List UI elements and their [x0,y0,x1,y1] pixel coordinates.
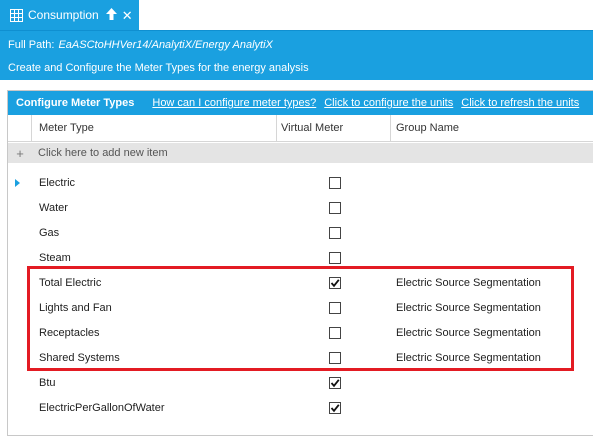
panel-header: Configure Meter Types How can I configur… [8,91,593,115]
column-header-label: Meter Type [39,122,94,134]
add-new-item-row[interactable]: + Click here to add new item [8,143,593,163]
meter-type-cell: Steam [39,252,71,264]
tab-title: Consumption [28,8,99,22]
tab-consumption[interactable]: Consumption ✕ [0,0,139,30]
group-name-cell: Electric Source Segmentation [396,352,541,364]
pin-icon[interactable] [105,8,117,22]
close-icon[interactable]: ✕ [122,9,133,22]
table-row[interactable]: Receptacles Electric Source Segmentation [8,321,593,346]
virtual-meter-checkbox[interactable] [329,252,341,264]
virtual-meter-checkbox[interactable] [329,177,341,189]
virtual-meter-checkbox[interactable] [329,227,341,239]
meter-type-cell: Total Electric [39,277,102,289]
group-name-cell: Electric Source Segmentation [396,327,541,339]
virtual-meter-checkbox[interactable] [329,327,341,339]
group-name-cell: Electric Source Segmentation [396,302,541,314]
meter-type-cell: ElectricPerGallonOfWater [39,402,165,414]
table-row[interactable]: Gas [8,221,593,246]
configure-meter-types-panel: Configure Meter Types How can I configur… [7,90,593,436]
table-row[interactable]: ElectricPerGallonOfWater [8,396,593,421]
meter-type-cell: Gas [39,227,60,239]
meter-type-cell: Electric [39,177,76,189]
table-row[interactable]: Shared Systems Electric Source Segmentati… [8,346,593,371]
table-row[interactable]: Btu [8,371,593,396]
meter-type-cell: Lights and Fan [39,302,112,314]
plus-icon: + [16,145,24,161]
virtual-meter-checkbox[interactable] [329,402,341,414]
table-row[interactable]: Steam [8,246,593,271]
current-row-indicator-icon [15,179,20,187]
column-header-virtual-meter[interactable]: Virtual Meter [277,115,391,142]
meter-type-cell: Shared Systems [39,352,120,364]
checkmark-icon [330,404,340,413]
table-row[interactable]: Electric [8,171,593,196]
virtual-meter-checkbox[interactable] [329,302,341,314]
info-bar: Full Path: EaASCtoHHVer14/AnalytiX/Energy… [0,30,593,80]
row-header-column [8,115,32,142]
how-to-configure-link[interactable]: How can I configure meter types? [152,97,316,109]
table-row[interactable]: Water [8,196,593,221]
refresh-units-link[interactable]: Click to refresh the units [461,97,579,109]
add-new-item-label: Click here to add new item [38,147,168,159]
column-header-meter-type[interactable]: Meter Type [32,115,277,142]
configure-units-link[interactable]: Click to configure the units [324,97,453,109]
meter-type-cell: Water [39,202,68,214]
group-name-cell: Electric Source Segmentation [396,277,541,289]
column-header-label: Group Name [396,122,459,134]
checkmark-icon [330,379,340,388]
table-row[interactable]: Lights and Fan Electric Source Segmentati… [8,296,593,321]
panel-title: Configure Meter Types [16,97,135,109]
meter-type-cell: Receptacles [39,327,100,339]
checkmark-icon [330,279,340,288]
meter-type-cell: Btu [39,377,56,389]
virtual-meter-checkbox[interactable] [329,202,341,214]
virtual-meter-checkbox[interactable] [329,377,341,389]
virtual-meter-checkbox[interactable] [329,352,341,364]
column-header-label: Virtual Meter [281,122,344,134]
full-path-value: EaASCtoHHVer14/AnalytiX/Energy AnalytiX [58,39,273,51]
page-description: Create and Configure the Meter Types for… [8,62,309,74]
virtual-meter-checkbox[interactable] [329,277,341,289]
full-path-label: Full Path: [8,39,55,51]
full-path: Full Path: EaASCtoHHVer14/AnalytiX/Energy… [8,39,273,51]
column-header-group-name[interactable]: Group Name [391,115,593,142]
table-row[interactable]: Total Electric Electric Source Segmentati… [8,271,593,296]
grid-icon [9,8,23,22]
document-tabstrip: Consumption ✕ [0,0,593,30]
